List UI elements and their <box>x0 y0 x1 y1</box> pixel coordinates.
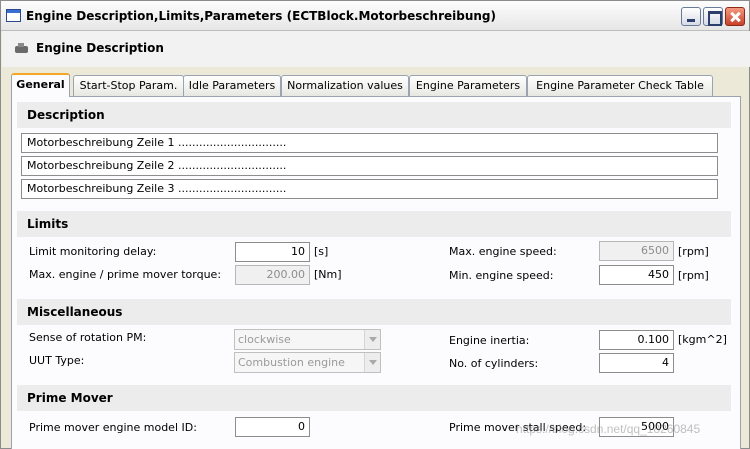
max-torque-unit: [Nm] <box>314 268 342 281</box>
tab-engine-parameters[interactable]: Engine Parameters <box>409 75 527 96</box>
dialog-header: Engine Description <box>2 31 750 67</box>
uut-type-value: Combustion engine <box>238 356 345 369</box>
engine-inertia-input[interactable]: 0.100 <box>599 330 674 350</box>
tab-strip: General Start-Stop Param. Idle Parameter… <box>11 73 741 97</box>
title-bar[interactable]: Engine Description,Limits,Parameters (EC… <box>1 1 749 31</box>
tab-engine-parameter-check-table[interactable]: Engine Parameter Check Table <box>527 75 713 96</box>
engine-inertia-unit: [kgm^2] <box>678 333 727 346</box>
max-engine-speed-input: 6500 <box>599 241 674 261</box>
limits-heading: Limits <box>17 211 731 237</box>
prime-mover-model-id-input[interactable]: 0 <box>235 417 310 437</box>
miscellaneous-heading: Miscellaneous <box>17 299 731 325</box>
dialog-subtitle: Engine Description <box>36 41 164 55</box>
chevron-down-icon <box>364 330 380 349</box>
description-line-3[interactable]: Motorbeschreibung Zeile 3 ..............… <box>21 179 718 199</box>
tab-general[interactable]: General <box>11 73 70 97</box>
sense-of-rotation-select: clockwise <box>234 329 381 350</box>
engine-icon <box>14 43 29 54</box>
no-of-cylinders-input[interactable]: 4 <box>599 353 674 373</box>
description-line-2[interactable]: Motorbeschreibung Zeile 2 ..............… <box>21 156 718 176</box>
max-torque-input: 200.00 <box>235 265 310 285</box>
no-of-cylinders-label: No. of cylinders: <box>449 357 539 370</box>
maximize-button[interactable] <box>703 7 723 26</box>
general-tab-panel: Description Motorbeschreibung Zeile 1 ..… <box>11 96 741 449</box>
max-engine-speed-unit: [rpm] <box>678 245 709 258</box>
engine-description-window: Engine Description,Limits,Parameters (EC… <box>0 0 750 449</box>
uut-type-label: UUT Type: <box>29 354 85 367</box>
tab-start-stop[interactable]: Start-Stop Param. <box>73 75 184 96</box>
description-line-1[interactable]: Motorbeschreibung Zeile 1 ..............… <box>21 133 718 153</box>
window-icon <box>6 9 21 22</box>
prime-mover-model-id-label: Prime mover engine model ID: <box>29 421 197 434</box>
close-button[interactable] <box>725 7 745 26</box>
chevron-down-icon <box>364 353 380 372</box>
sense-of-rotation-value: clockwise <box>238 333 291 346</box>
max-torque-label: Max. engine / prime mover torque: <box>29 268 222 281</box>
window-title: Engine Description,Limits,Parameters (EC… <box>26 9 496 23</box>
tab-idle-parameters[interactable]: Idle Parameters <box>183 75 281 96</box>
limit-monitoring-delay-label: Limit monitoring delay: <box>29 245 157 258</box>
min-engine-speed-label: Min. engine speed: <box>449 269 554 282</box>
description-heading: Description <box>17 102 731 128</box>
uut-type-select: Combustion engine <box>234 352 381 373</box>
max-engine-speed-label: Max. engine speed: <box>449 245 557 258</box>
sense-of-rotation-label: Sense of rotation PM: <box>29 331 147 344</box>
min-engine-speed-unit: [rpm] <box>678 269 709 282</box>
engine-inertia-label: Engine inertia: <box>449 334 530 347</box>
tab-normalization-values[interactable]: Normalization values <box>281 75 409 96</box>
limit-monitoring-delay-input[interactable]: 10 <box>235 242 310 262</box>
prime-mover-heading: Prime Mover <box>17 385 731 411</box>
min-engine-speed-input[interactable]: 450 <box>599 265 674 285</box>
minimize-button[interactable] <box>681 7 701 26</box>
watermark: https://blog.csdn.net/qq_18260845 <box>516 422 701 436</box>
limit-monitoring-delay-unit: [s] <box>314 245 329 258</box>
